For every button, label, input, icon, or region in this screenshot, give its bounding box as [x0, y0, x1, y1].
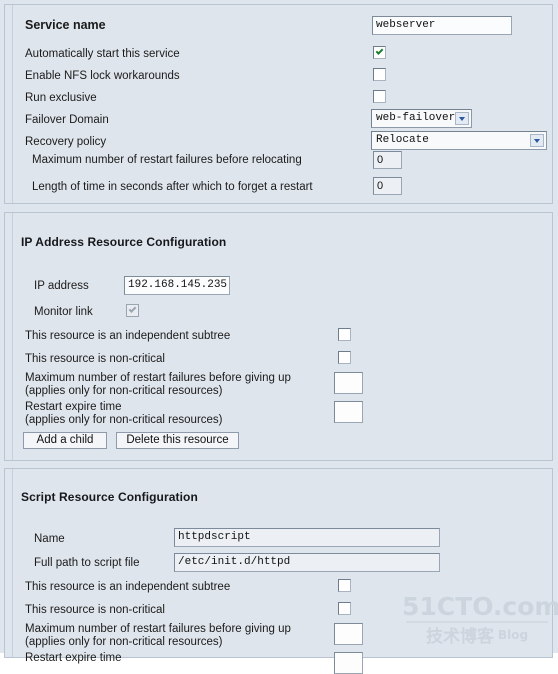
- forget-restart-input[interactable]: 0: [373, 177, 402, 195]
- ip-independent-subtree-checkbox[interactable]: [338, 328, 351, 341]
- failover-domain-label: Failover Domain: [25, 114, 109, 126]
- config-page: Service name webserver Automatically sta…: [0, 0, 558, 674]
- script-independent-subtree-checkbox[interactable]: [338, 579, 351, 592]
- service-name-input[interactable]: webserver: [372, 16, 512, 35]
- script-max-failures-text: Maximum number of restart failures befor…: [25, 623, 291, 635]
- script-non-critical-checkbox[interactable]: [338, 602, 351, 615]
- recovery-policy-label: Recovery policy: [25, 136, 107, 148]
- chevron-down-icon[interactable]: [455, 112, 469, 125]
- ip-max-failures-input[interactable]: [334, 372, 363, 394]
- ip-max-failures-label: Maximum number of restart failures befor…: [25, 372, 291, 398]
- nfs-lock-label: Enable NFS lock workarounds: [25, 70, 180, 82]
- autostart-checkbox[interactable]: [373, 46, 386, 59]
- max-restart-failures-label: Maximum number of restart failures befor…: [32, 154, 302, 166]
- run-exclusive-label: Run exclusive: [25, 92, 97, 104]
- failover-domain-select[interactable]: web-failover: [371, 109, 472, 128]
- ip-address-label: IP address: [34, 280, 89, 292]
- ip-restart-expire-label: Restart expire time (applies only for no…: [25, 401, 223, 427]
- script-non-critical-label: This resource is non-critical: [25, 604, 165, 616]
- monitor-link-checkbox[interactable]: [126, 304, 139, 317]
- ip-address-input[interactable]: 192.168.145.235: [124, 276, 230, 295]
- script-independent-subtree-label: This resource is an independent subtree: [25, 581, 231, 593]
- ip-independent-subtree-label: This resource is an independent subtree: [25, 330, 231, 342]
- script-max-failures-note: (applies only for non-critical resources…: [25, 636, 223, 648]
- script-restart-expire-input[interactable]: [334, 652, 363, 674]
- script-name-label: Name: [34, 533, 65, 545]
- ip-restart-expire-text: Restart expire time: [25, 401, 122, 413]
- failover-domain-value: web-failover: [376, 112, 456, 124]
- ip-resource-panel: IP Address Resource Configuration IP add…: [4, 212, 553, 461]
- service-settings-panel: Service name webserver Automatically sta…: [4, 4, 553, 204]
- ip-restart-expire-input[interactable]: [334, 401, 363, 423]
- service-name-label: Service name: [25, 18, 106, 32]
- script-restart-expire-label: Restart expire time: [25, 652, 122, 664]
- forget-restart-label: Length of time in seconds after which to…: [32, 181, 313, 193]
- script-max-failures-label: Maximum number of restart failures befor…: [25, 623, 291, 649]
- ip-max-failures-note: (applies only for non-critical resources…: [25, 385, 223, 397]
- script-path-input[interactable]: /etc/init.d/httpd: [174, 553, 440, 572]
- chevron-down-icon[interactable]: [530, 134, 544, 147]
- recovery-policy-select[interactable]: Relocate: [371, 131, 547, 150]
- ip-non-critical-checkbox[interactable]: [338, 351, 351, 364]
- ip-resource-title: IP Address Resource Configuration: [21, 235, 227, 249]
- max-restart-failures-input[interactable]: 0: [373, 151, 402, 169]
- ip-restart-expire-note: (applies only for non-critical resources…: [25, 414, 223, 426]
- delete-this-resource-button[interactable]: Delete this resource: [116, 432, 239, 449]
- script-resource-panel: Script Resource Configuration Name httpd…: [4, 468, 553, 674]
- run-exclusive-checkbox[interactable]: [373, 90, 386, 103]
- recovery-policy-value: Relocate: [376, 134, 429, 146]
- ip-non-critical-label: This resource is non-critical: [25, 353, 165, 365]
- add-a-child-button[interactable]: Add a child: [23, 432, 107, 449]
- ip-max-failures-text: Maximum number of restart failures befor…: [25, 372, 291, 384]
- monitor-link-label: Monitor link: [34, 306, 93, 318]
- nfs-lock-checkbox[interactable]: [373, 68, 386, 81]
- autostart-label: Automatically start this service: [25, 48, 180, 60]
- script-max-failures-input[interactable]: [334, 623, 363, 645]
- script-path-label: Full path to script file: [34, 557, 140, 569]
- script-resource-title: Script Resource Configuration: [21, 490, 198, 504]
- script-name-input[interactable]: httpdscript: [174, 528, 440, 547]
